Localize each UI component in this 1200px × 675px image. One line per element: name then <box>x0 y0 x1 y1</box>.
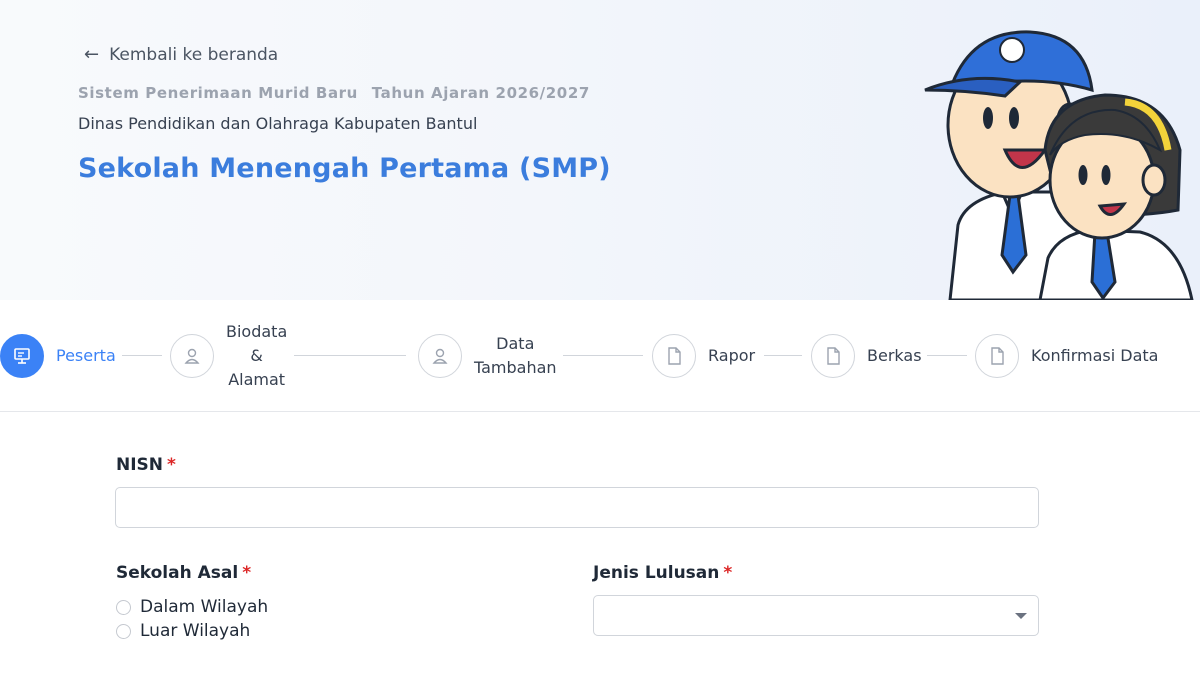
radio-dalam-wilayah[interactable]: Dalam Wilayah <box>116 597 268 617</box>
step-label: Data Tambahan <box>474 332 557 380</box>
sekolah-asal-label: Sekolah Asal * <box>116 563 251 583</box>
required-mark: * <box>242 563 252 583</box>
radio-luar-wilayah[interactable]: Luar Wilayah <box>116 621 250 641</box>
academic-year: Tahun Ajaran 2026/2027 <box>371 84 590 102</box>
step-connector <box>764 355 802 356</box>
caret-down-icon <box>1015 613 1027 619</box>
step-peserta[interactable]: Peserta <box>0 300 116 412</box>
step-connector <box>927 355 967 356</box>
step-label: Peserta <box>56 346 116 365</box>
step-connector <box>122 355 162 356</box>
jenis-lulusan-label: Jenis Lulusan * <box>593 563 732 583</box>
nisn-label-text: NISN <box>116 455 164 475</box>
radio-label: Luar Wilayah <box>140 621 251 641</box>
radio-button[interactable] <box>116 623 131 639</box>
page-title: Sekolah Menengah Pertama (SMP) <box>78 153 611 184</box>
jenis-lulusan-select[interactable] <box>593 595 1039 636</box>
presentation-icon <box>0 334 44 378</box>
step-label-line: Alamat <box>228 370 286 389</box>
user-icon <box>170 334 214 378</box>
system-info: Sistem Penerimaan Murid Baru Tahun Ajara… <box>78 84 590 102</box>
file-icon <box>652 334 696 378</box>
registration-stepper: Peserta Biodata & Alamat Data Tambahan R… <box>0 300 1200 412</box>
radio-label: Dalam Wilayah <box>140 597 269 617</box>
step-connector <box>294 355 406 356</box>
radio-button[interactable] <box>116 599 131 615</box>
system-name: Sistem Penerimaan Murid Baru <box>78 84 358 102</box>
nisn-input[interactable] <box>115 487 1039 528</box>
back-link-label: Kembali ke beranda <box>109 44 279 65</box>
required-mark: * <box>167 455 176 475</box>
user-icon <box>418 334 462 378</box>
required-mark: * <box>723 563 733 583</box>
file-icon <box>975 334 1019 378</box>
arrow-left-icon: ← <box>84 44 100 65</box>
step-berkas[interactable]: Berkas <box>811 300 922 412</box>
step-biodata-alamat[interactable]: Biodata & Alamat <box>170 300 287 412</box>
step-konfirmasi-data[interactable]: Konfirmasi Data <box>975 300 1158 412</box>
step-label: Konfirmasi Data <box>1031 346 1159 365</box>
back-to-home-link[interactable]: ← Kembali ke beranda <box>84 44 278 65</box>
file-icon <box>811 334 855 378</box>
step-label: Berkas <box>867 346 922 365</box>
step-label-line: & <box>250 346 263 365</box>
step-label-line: Tambahan <box>474 358 557 377</box>
step-label: Rapor <box>708 346 756 365</box>
step-label-line: Biodata <box>226 322 288 341</box>
step-label-line: Data <box>496 334 535 353</box>
agency-name: Dinas Pendidikan dan Olahraga Kabupaten … <box>78 114 478 133</box>
step-rapor[interactable]: Rapor <box>652 300 755 412</box>
sekolah-asal-label-text: Sekolah Asal <box>116 563 239 583</box>
nisn-label: NISN * <box>116 455 176 475</box>
student-mascot-illustration <box>924 30 1194 300</box>
page-header: ← Kembali ke beranda Sistem Penerimaan M… <box>0 0 1200 300</box>
step-data-tambahan[interactable]: Data Tambahan <box>418 300 557 412</box>
jenis-lulusan-label-text: Jenis Lulusan <box>593 563 720 583</box>
step-connector <box>563 355 643 356</box>
step-label: Biodata & Alamat <box>226 320 287 392</box>
